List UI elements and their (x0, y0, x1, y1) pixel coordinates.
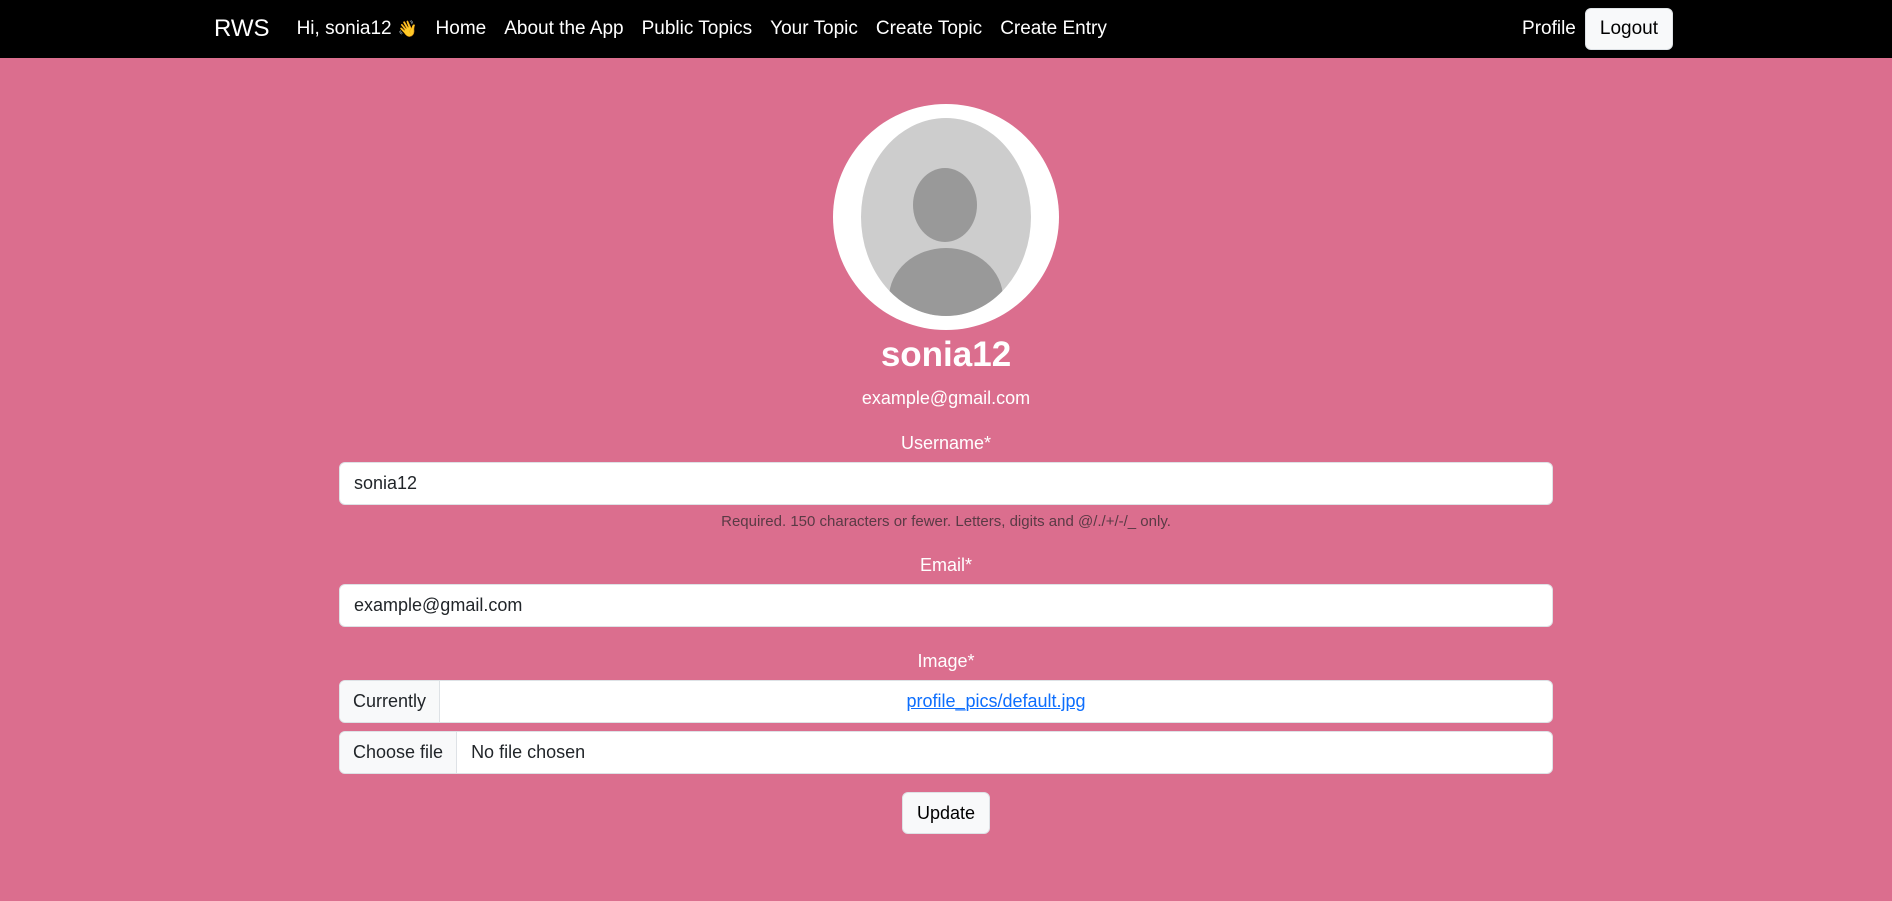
username-label: Username* (900, 433, 992, 453)
current-image-link[interactable]: profile_pics/default.jpg (440, 681, 1552, 722)
username-input[interactable] (339, 462, 1553, 505)
profile-content: sonia12 example@gmail.com Username* Requ… (339, 58, 1553, 834)
greeting-text: Hi, sonia12 (296, 18, 392, 39)
nav-link-create-topic[interactable]: Create Topic (876, 18, 982, 40)
currently-label: Currently (340, 681, 441, 722)
file-input-group[interactable]: Choose file No file chosen (339, 731, 1553, 774)
nav-link-create-entry[interactable]: Create Entry (1000, 18, 1107, 40)
nav-link-about[interactable]: About the App (504, 18, 623, 40)
avatar (833, 104, 1059, 330)
navbar: RWS Hi, sonia12 👋 Home About the App Publ… (0, 0, 1892, 58)
image-label: Image* (917, 651, 975, 671)
default-user-avatar-icon (861, 118, 1031, 316)
current-image-group: Currently profile_pics/default.jpg (339, 680, 1553, 723)
user-greeting: Hi, sonia12 👋 (297, 18, 418, 40)
nav-link-profile[interactable]: Profile (1522, 18, 1576, 40)
file-status: No file chosen (471, 742, 586, 762)
nav-links: Home About the App Public Topics Your To… (436, 18, 1125, 40)
avatar-head (913, 168, 977, 242)
email-input[interactable] (339, 584, 1553, 627)
nav-link-public-topics[interactable]: Public Topics (642, 18, 753, 40)
username-help-text: Required. 150 characters or fewer. Lette… (721, 513, 1171, 530)
nav-right: Profile Logout (1522, 0, 1673, 58)
avatar-body (889, 248, 1003, 316)
profile-username: sonia12 (880, 335, 1012, 374)
brand-logo[interactable]: RWS (214, 15, 270, 43)
wave-icon: 👋 (397, 21, 418, 38)
nav-link-home[interactable]: Home (436, 18, 487, 40)
update-button[interactable]: Update (901, 792, 991, 834)
profile-update-form: Username* Required. 150 characters or fe… (339, 432, 1553, 834)
nav-link-your-topic[interactable]: Your Topic (770, 18, 858, 40)
logout-button[interactable]: Logout (1584, 8, 1673, 50)
email-label: Email* (919, 555, 972, 575)
profile-email: example@gmail.com (861, 388, 1031, 408)
choose-file-button[interactable]: Choose file (340, 732, 458, 773)
